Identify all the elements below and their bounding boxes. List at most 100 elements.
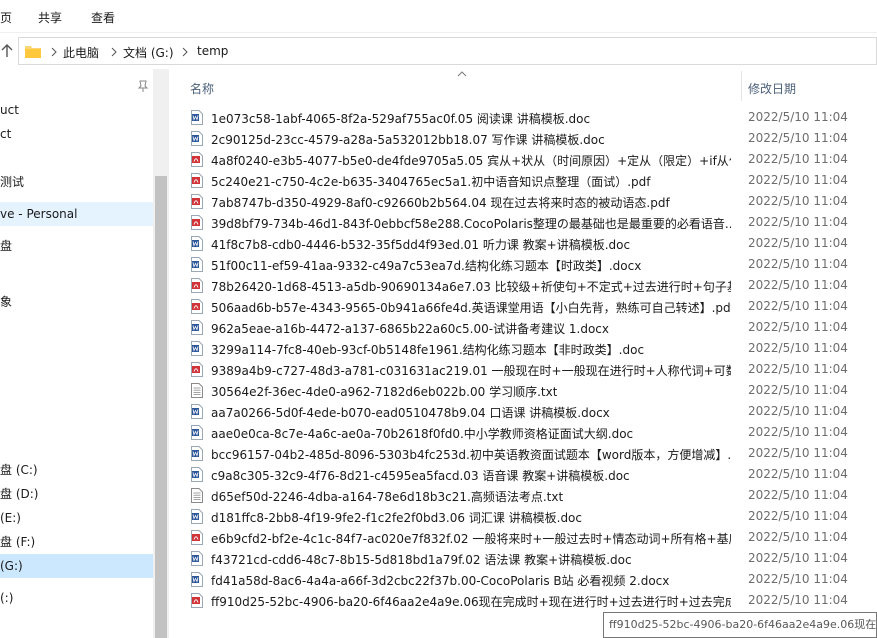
- file-date-modified: 2022/5/10 11:04: [748, 551, 848, 565]
- file-row[interactable]: d65ef50d-2246-4dba-a164-78e6d18b3c21.高频语…: [185, 485, 877, 506]
- nav-item[interactable]: 测试: [0, 170, 153, 194]
- file-row[interactable]: 51f00c11-ef59-41aa-9332-c49a7c53ea7d.结构化…: [185, 254, 877, 275]
- tab-share[interactable]: 共享: [38, 9, 62, 26]
- file-name: 78b26420-1d68-4513-a5db-90690134a6e7.03 …: [211, 280, 731, 294]
- nav-item[interactable]: uct: [0, 98, 153, 122]
- file-row[interactable]: f43721cd-cdd6-48c7-8b15-5d818bd1a79f.02 …: [185, 548, 877, 569]
- file-name: d181ffc8-2bb8-4f19-9fe2-f1c2fe2f0bd3.06 …: [211, 511, 582, 525]
- file-row[interactable]: 9389a4b9-c727-48d3-a781-c031631ac219.01 …: [185, 359, 877, 380]
- file-row[interactable]: c9a8c305-32c9-4f76-8d21-c4595ea5facd.03 …: [185, 464, 877, 485]
- pin-icon[interactable]: [136, 79, 150, 93]
- word-document-icon: [191, 446, 203, 461]
- file-date-modified: 2022/5/10 11:04: [748, 488, 848, 502]
- column-divider[interactable]: [741, 71, 742, 101]
- nav-item-onedrive-personal[interactable]: ve - Personal: [0, 202, 153, 226]
- file-row[interactable]: 506aad6b-b57e-4343-9565-0b941a66fe4d.英语课…: [185, 296, 877, 317]
- tab-view[interactable]: 查看: [91, 9, 115, 26]
- file-name: 41f8c7b8-cdb0-4446-b532-35f5dd4f93ed.01 …: [211, 238, 631, 252]
- word-document-icon: [191, 257, 203, 272]
- chevron-right-icon[interactable]: [182, 47, 188, 57]
- column-header-name[interactable]: 名称: [190, 80, 214, 97]
- word-document-icon: [191, 110, 203, 125]
- file-row[interactable]: 39d8bf79-734b-46d1-843f-0ebbcf58e288.Coc…: [185, 212, 877, 233]
- file-name: 30564e2f-36ec-4de0-a962-7182d6eb022b.00 …: [211, 385, 558, 399]
- file-name: ff910d25-52bc-4906-ba20-6f46aa2e4a9e.06现…: [211, 595, 731, 609]
- file-row[interactable]: ff910d25-52bc-4906-ba20-6f46aa2e4a9e.06现…: [185, 590, 877, 611]
- up-arrow-icon[interactable]: [0, 41, 14, 61]
- tab-home[interactable]: 页: [0, 9, 12, 26]
- file-row[interactable]: 30564e2f-36ec-4de0-a962-7182d6eb022b.00 …: [185, 380, 877, 401]
- nav-item-drive-d[interactable]: 盘 (D:): [0, 482, 153, 506]
- nav-item-drive-c[interactable]: 盘 (C:): [0, 458, 153, 482]
- file-date-modified: 2022/5/10 11:04: [748, 236, 848, 250]
- file-name: 4a8f0240-e3b5-4077-b5e0-de4fde9705a5.05 …: [211, 154, 731, 168]
- nav-item[interactable]: 盘: [0, 234, 153, 258]
- word-document-icon: [191, 341, 203, 356]
- nav-item-drive-f[interactable]: 盘 (F:): [0, 530, 153, 554]
- chevron-right-icon[interactable]: [51, 47, 57, 57]
- file-date-modified: 2022/5/10 11:04: [748, 383, 848, 397]
- file-row[interactable]: 4a8f0240-e3b5-4077-b5e0-de4fde9705a5.05 …: [185, 149, 877, 170]
- file-name: d65ef50d-2246-4dba-a164-78e6d18b3c21.高频语…: [211, 490, 564, 504]
- file-row[interactable]: aae0e0ca-8c7e-4a6c-ae0a-70b2618f0fd0.中小学…: [185, 422, 877, 443]
- breadcrumb-temp[interactable]: temp: [197, 44, 228, 58]
- file-name: 962a5eae-a16b-4472-a137-6865b22a60c5.00-…: [211, 322, 609, 336]
- file-row[interactable]: e6b9cfd2-bf2e-4c1c-84f7-ac020e7f832f.02 …: [185, 527, 877, 548]
- file-date-modified: 2022/5/10 11:04: [748, 446, 848, 460]
- file-row[interactable]: aa7a0266-5d0f-4ede-b070-ead0510478b9.04 …: [185, 401, 877, 422]
- text-file-icon: [191, 488, 203, 503]
- file-name: fd41a58d-8ac6-4a4a-a66f-3d2cbc22f37b.00-…: [211, 574, 670, 588]
- nav-scrollbar-thumb[interactable]: [155, 176, 167, 638]
- file-date-modified: 2022/5/10 11:04: [748, 362, 848, 376]
- text-file-icon: [191, 383, 203, 398]
- word-document-icon: [191, 551, 203, 566]
- nav-item-drive-g[interactable]: (G:): [0, 554, 153, 578]
- file-row[interactable]: d181ffc8-2bb8-4f19-9fe2-f1c2fe2f0bd3.06 …: [185, 506, 877, 527]
- word-document-icon: [191, 425, 203, 440]
- file-date-modified: 2022/5/10 11:04: [748, 320, 848, 334]
- pdf-document-icon: [191, 215, 203, 230]
- file-name: 39d8bf79-734b-46d1-843f-0ebbcf58e288.Coc…: [211, 217, 731, 231]
- pdf-document-icon: [191, 278, 203, 293]
- chevron-right-icon[interactable]: [111, 47, 117, 57]
- nav-item-drive-e[interactable]: (E:): [0, 506, 153, 530]
- breadcrumb-this-pc[interactable]: 此电脑: [63, 44, 99, 61]
- file-date-modified: 2022/5/10 11:04: [748, 530, 848, 544]
- file-date-modified: 2022/5/10 11:04: [748, 299, 848, 313]
- pdf-document-icon: [191, 530, 203, 545]
- file-row[interactable]: 5c240e21-c750-4c2e-b635-3404765ec5a1.初中语…: [185, 170, 877, 191]
- file-row[interactable]: 78b26420-1d68-4513-a5db-90690134a6e7.03 …: [185, 275, 877, 296]
- column-header-date-modified[interactable]: 修改日期: [748, 80, 796, 97]
- pdf-document-icon: [191, 194, 203, 209]
- file-row[interactable]: 962a5eae-a16b-4472-a137-6865b22a60c5.00-…: [185, 317, 877, 338]
- file-date-modified: 2022/5/10 11:04: [748, 215, 848, 229]
- pdf-document-icon: [191, 299, 203, 314]
- file-name: 506aad6b-b57e-4343-9565-0b941a66fe4d.英语课…: [211, 301, 731, 315]
- file-row[interactable]: 7ab8747b-d350-4929-8af0-c92660b2b564.04 …: [185, 191, 877, 212]
- file-date-modified: 2022/5/10 11:04: [748, 593, 848, 607]
- nav-item[interactable]: 象: [0, 290, 153, 314]
- file-name: 9389a4b9-c727-48d3-a781-c031631ac219.01 …: [211, 364, 731, 378]
- file-row[interactable]: 1e073c58-1abf-4065-8f2a-529af755ac0f.05 …: [185, 107, 877, 128]
- nav-item[interactable]: ct: [0, 122, 153, 146]
- file-row[interactable]: fd41a58d-8ac6-4a4a-a66f-3d2cbc22f37b.00-…: [185, 569, 877, 590]
- pdf-document-icon: [191, 362, 203, 377]
- file-date-modified: 2022/5/10 11:04: [748, 278, 848, 292]
- file-date-modified: 2022/5/10 11:04: [748, 152, 848, 166]
- file-row[interactable]: 41f8c7b8-cdb0-4446-b532-35f5dd4f93ed.01 …: [185, 233, 877, 254]
- file-name: 5c240e21-c750-4c2e-b635-3404765ec5a1.初中语…: [211, 175, 651, 189]
- file-date-modified: 2022/5/10 11:04: [748, 425, 848, 439]
- file-name: 3299a114-7fc8-40eb-93cf-0b5148fe1961.结构化…: [211, 343, 645, 357]
- file-row[interactable]: 2c90125d-23cc-4579-a28a-5a532012bb18.07 …: [185, 128, 877, 149]
- file-row[interactable]: bcc96157-04b2-485d-8096-5303b4fc253d.初中英…: [185, 443, 877, 464]
- address-bar[interactable]: 此电脑 文档 (G:) temp: [18, 37, 877, 65]
- file-date-modified: 2022/5/10 11:04: [748, 131, 848, 145]
- word-document-icon: [191, 509, 203, 524]
- nav-item[interactable]: (:): [0, 586, 153, 610]
- file-row[interactable]: 3299a114-7fc8-40eb-93cf-0b5148fe1961.结构化…: [185, 338, 877, 359]
- address-row: 此电脑 文档 (G:) temp: [0, 33, 877, 69]
- file-date-modified: 2022/5/10 11:04: [748, 341, 848, 355]
- file-name: 7ab8747b-d350-4929-8af0-c92660b2b564.04 …: [211, 196, 670, 210]
- file-date-modified: 2022/5/10 11:04: [748, 572, 848, 586]
- breadcrumb-documents-g[interactable]: 文档 (G:): [123, 44, 174, 61]
